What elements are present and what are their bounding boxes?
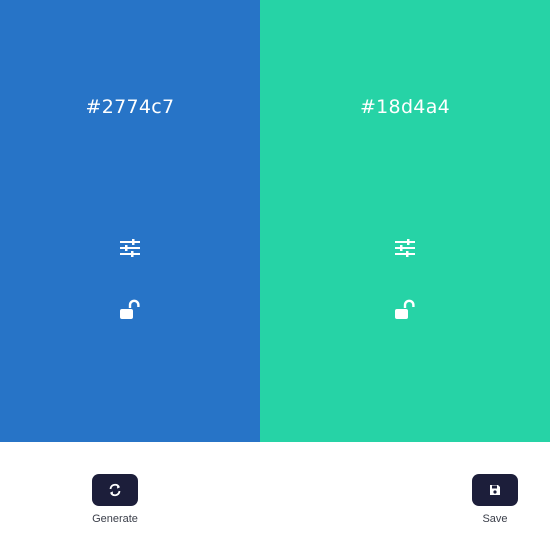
sliders-icon[interactable] xyxy=(116,234,144,262)
hex-code-label[interactable]: #18d4a4 xyxy=(260,96,550,118)
unlock-icon[interactable] xyxy=(391,296,419,324)
save-button[interactable] xyxy=(472,474,518,506)
hex-code-label[interactable]: #2774c7 xyxy=(0,96,260,118)
save-icon xyxy=(490,485,500,495)
generate-button[interactable] xyxy=(92,474,138,506)
refresh-icon xyxy=(109,483,121,497)
swatch-1: #2774c7 xyxy=(0,0,260,442)
color-palette: #2774c7 #18d4a4 xyxy=(0,0,550,442)
sliders-icon[interactable] xyxy=(391,234,419,262)
save-label: Save xyxy=(482,513,508,525)
swatch-2: #18d4a4 xyxy=(260,0,550,442)
generate-action: Generate xyxy=(75,474,155,525)
unlock-icon[interactable] xyxy=(116,296,144,324)
save-action: Save xyxy=(455,474,535,525)
generate-label: Generate xyxy=(92,513,138,525)
action-panel: Generate Save xyxy=(0,442,550,550)
